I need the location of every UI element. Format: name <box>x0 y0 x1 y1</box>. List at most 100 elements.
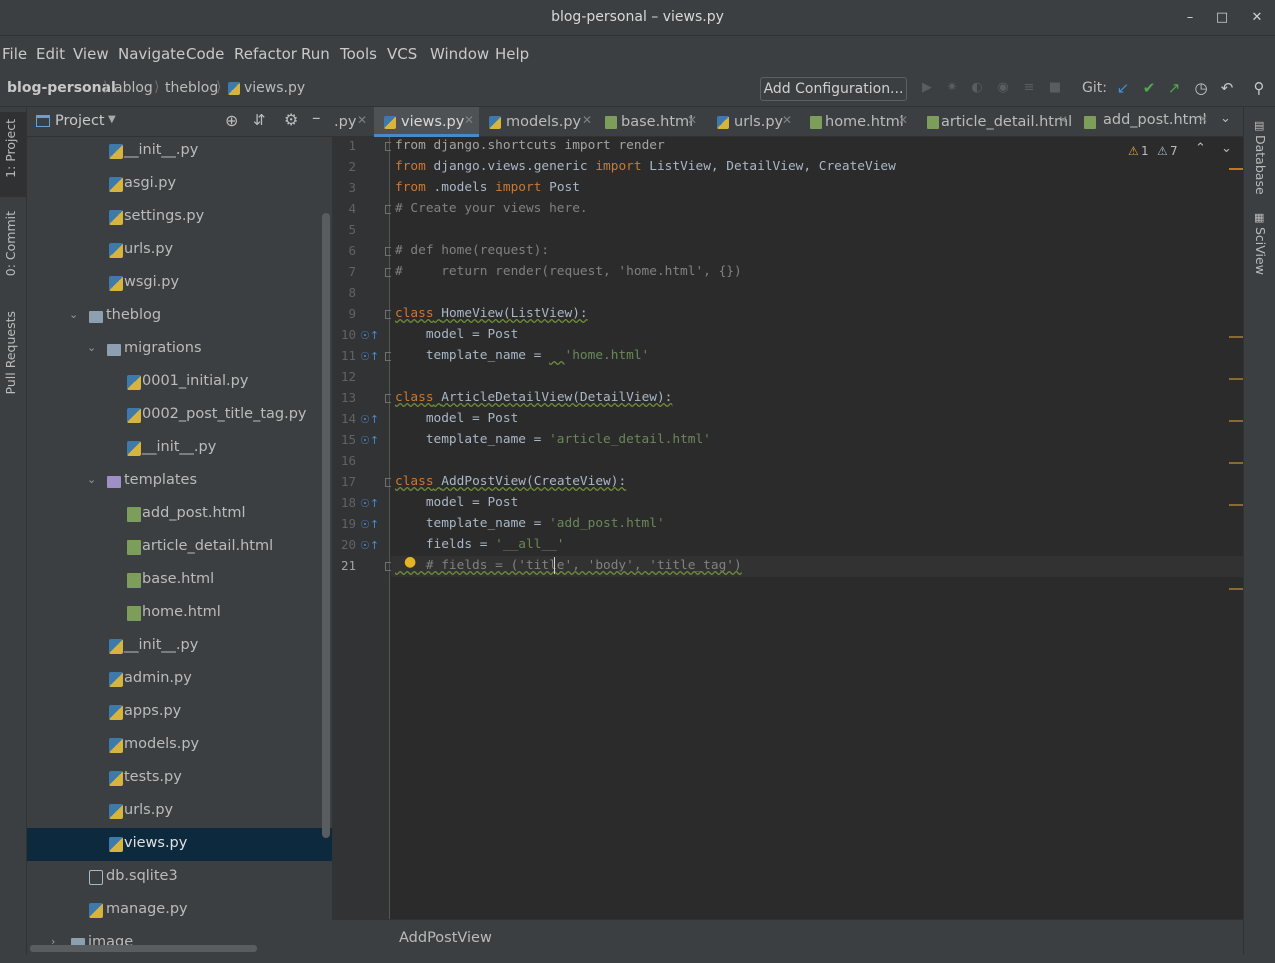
menu-tools[interactable]: Tools <box>340 45 377 63</box>
override-marker-icon[interactable]: ☉↑ <box>360 329 379 343</box>
tree-item[interactable]: models.py <box>27 729 332 762</box>
menu-navigate[interactable]: Navigate <box>118 45 185 63</box>
chevron-up-icon[interactable]: ⌃ <box>1195 141 1206 156</box>
close-icon[interactable]: ✕ <box>782 113 792 127</box>
add-configuration-button[interactable]: Add Configuration... <box>760 77 907 101</box>
chevron-down-icon[interactable]: ▼ <box>108 114 116 125</box>
error-stripe-mark[interactable] <box>1229 168 1243 170</box>
tree-item[interactable]: 0001_initial.py <box>27 366 332 399</box>
tree-item[interactable]: urls.py <box>27 795 332 828</box>
structure-breadcrumb[interactable]: AddPostView <box>399 930 492 946</box>
tree-item[interactable]: asgi.py <box>27 168 332 201</box>
run-icon[interactable]: ▶ <box>918 79 936 97</box>
warning-icon[interactable]: ⚠ <box>1128 144 1139 158</box>
menu-file[interactable]: File <box>2 45 27 63</box>
tree-item[interactable]: article_detail.html <box>27 531 332 564</box>
tab-article-detail-html[interactable]: article_detail.html ✕ <box>925 107 1079 137</box>
tab-add-post-html[interactable]: add_post.html ✕ <box>1082 107 1217 137</box>
lightbulb-icon[interactable]: ● <box>404 554 416 570</box>
tree-item[interactable]: add_post.html <box>27 498 332 531</box>
tool-tab-database[interactable]: Database <box>1253 135 1268 195</box>
maximize-icon[interactable]: □ <box>1212 8 1232 28</box>
history-icon[interactable]: ◷ <box>1192 79 1210 97</box>
tree-item[interactable]: db.sqlite3 <box>27 861 332 894</box>
breadcrumb-file[interactable]: views.py <box>244 80 305 96</box>
chevron-down-icon[interactable]: ⌄ <box>1221 141 1232 156</box>
collapse-all-icon[interactable]: ⇵ <box>253 111 266 129</box>
concurrency-icon[interactable]: ≡ <box>1020 79 1038 97</box>
debug-icon[interactable]: ✷ <box>943 79 961 97</box>
menu-window[interactable]: Window <box>430 45 489 63</box>
tab-views-py[interactable]: views.py ✕ <box>374 107 479 137</box>
git-commit-icon[interactable]: ✔ <box>1140 79 1158 97</box>
close-icon[interactable]: ✕ <box>687 113 697 127</box>
git-push-icon[interactable]: ↗ <box>1165 79 1183 97</box>
chevron-down-icon[interactable]: ⌄ <box>87 341 96 354</box>
tool-tab-commit[interactable]: 0: Commit <box>3 211 18 276</box>
close-icon[interactable]: ✕ <box>898 113 908 127</box>
override-marker-icon[interactable]: ☉↑ <box>360 539 379 553</box>
tabs-overflow-icon[interactable]: ⌄ <box>1220 111 1231 126</box>
warning-stripe-mark[interactable] <box>1229 420 1243 422</box>
tree-item[interactable]: ⌄ templates <box>27 465 332 498</box>
tab-home-html[interactable]: home.html ✕ <box>803 107 925 137</box>
tree-item[interactable]: __init__.py <box>27 630 332 663</box>
chevron-down-icon[interactable]: ⌄ <box>87 473 96 486</box>
warning-stripe-mark[interactable] <box>1229 588 1243 590</box>
locate-icon[interactable]: ⊕ <box>225 111 238 130</box>
breadcrumb-theblog[interactable]: theblog <box>165 80 218 96</box>
tree-item[interactable]: home.html <box>27 597 332 630</box>
git-update-icon[interactable]: ↙ <box>1114 79 1132 97</box>
stop-icon[interactable]: ■ <box>1046 79 1064 97</box>
tree-item[interactable]: ⌄ theblog <box>27 300 332 333</box>
menu-help[interactable]: Help <box>495 45 529 63</box>
menu-vcs[interactable]: VCS <box>387 45 417 63</box>
tool-tab-pull-requests[interactable]: Pull Requests <box>3 311 18 394</box>
tree-item[interactable]: __init__.py <box>27 432 332 465</box>
profile-icon[interactable]: ◉ <box>994 79 1012 97</box>
tab-urls-py[interactable]: urls.py ✕ <box>707 107 814 137</box>
close-icon[interactable]: ✕ <box>582 113 592 127</box>
hide-panel-icon[interactable]: – <box>312 108 321 128</box>
menu-view[interactable]: View <box>73 45 109 63</box>
tool-tab-project[interactable]: 1: Project <box>3 119 18 178</box>
close-icon[interactable]: ✕ <box>357 113 367 127</box>
code-editor[interactable]: from django.shortcuts import render from… <box>391 137 1243 919</box>
menu-run[interactable]: Run <box>301 45 330 63</box>
tree-item[interactable]: ⌄ migrations <box>27 333 332 366</box>
menu-code[interactable]: Code <box>186 45 224 63</box>
minimize-icon[interactable]: – <box>1180 8 1200 28</box>
project-panel-title[interactable]: Project <box>55 113 105 129</box>
override-marker-icon[interactable]: ☉↑ <box>360 350 379 364</box>
tree-item[interactable]: tests.py <box>27 762 332 795</box>
breadcrumb-project[interactable]: blog-personal <box>7 80 116 96</box>
tool-tab-sciview[interactable]: SciView <box>1253 227 1268 275</box>
tab-models-py[interactable]: models.py ✕ <box>479 107 595 137</box>
close-icon[interactable]: ✕ <box>1198 112 1208 126</box>
tree-item-selected[interactable]: views.py <box>27 828 332 861</box>
tree-vertical-scrollbar[interactable] <box>322 213 330 838</box>
override-marker-icon[interactable]: ☉↑ <box>360 497 379 511</box>
tree-horizontal-scrollbar[interactable] <box>30 945 257 952</box>
close-icon[interactable]: ✕ <box>464 113 474 127</box>
chevron-down-icon[interactable]: ⌄ <box>69 308 78 321</box>
tree-item[interactable]: wsgi.py <box>27 267 332 300</box>
override-marker-icon[interactable]: ☉↑ <box>360 413 379 427</box>
tab-previous-file[interactable]: .py ✕ <box>332 107 374 137</box>
coverage-icon[interactable]: ◐ <box>968 79 986 97</box>
tree-item[interactable]: __init__.py <box>27 137 332 168</box>
warning-stripe-mark[interactable] <box>1229 378 1243 380</box>
gear-icon[interactable]: ⚙ <box>284 110 298 129</box>
close-icon[interactable]: ✕ <box>1247 8 1267 28</box>
search-icon[interactable]: ⚲ <box>1250 79 1268 97</box>
tree-item[interactable]: apps.py <box>27 696 332 729</box>
rollback-icon[interactable]: ↶ <box>1218 79 1236 97</box>
warning-stripe-mark[interactable] <box>1229 336 1243 338</box>
tree-item[interactable]: base.html <box>27 564 332 597</box>
breadcrumb-ablog[interactable]: ablog <box>114 80 153 96</box>
warning-stripe-mark[interactable] <box>1229 462 1243 464</box>
tab-base-html[interactable]: base.html ✕ <box>595 107 707 137</box>
tree-item[interactable]: admin.py <box>27 663 332 696</box>
tree-item[interactable]: 0002_post_title_tag.py <box>27 399 332 432</box>
override-marker-icon[interactable]: ☉↑ <box>360 518 379 532</box>
